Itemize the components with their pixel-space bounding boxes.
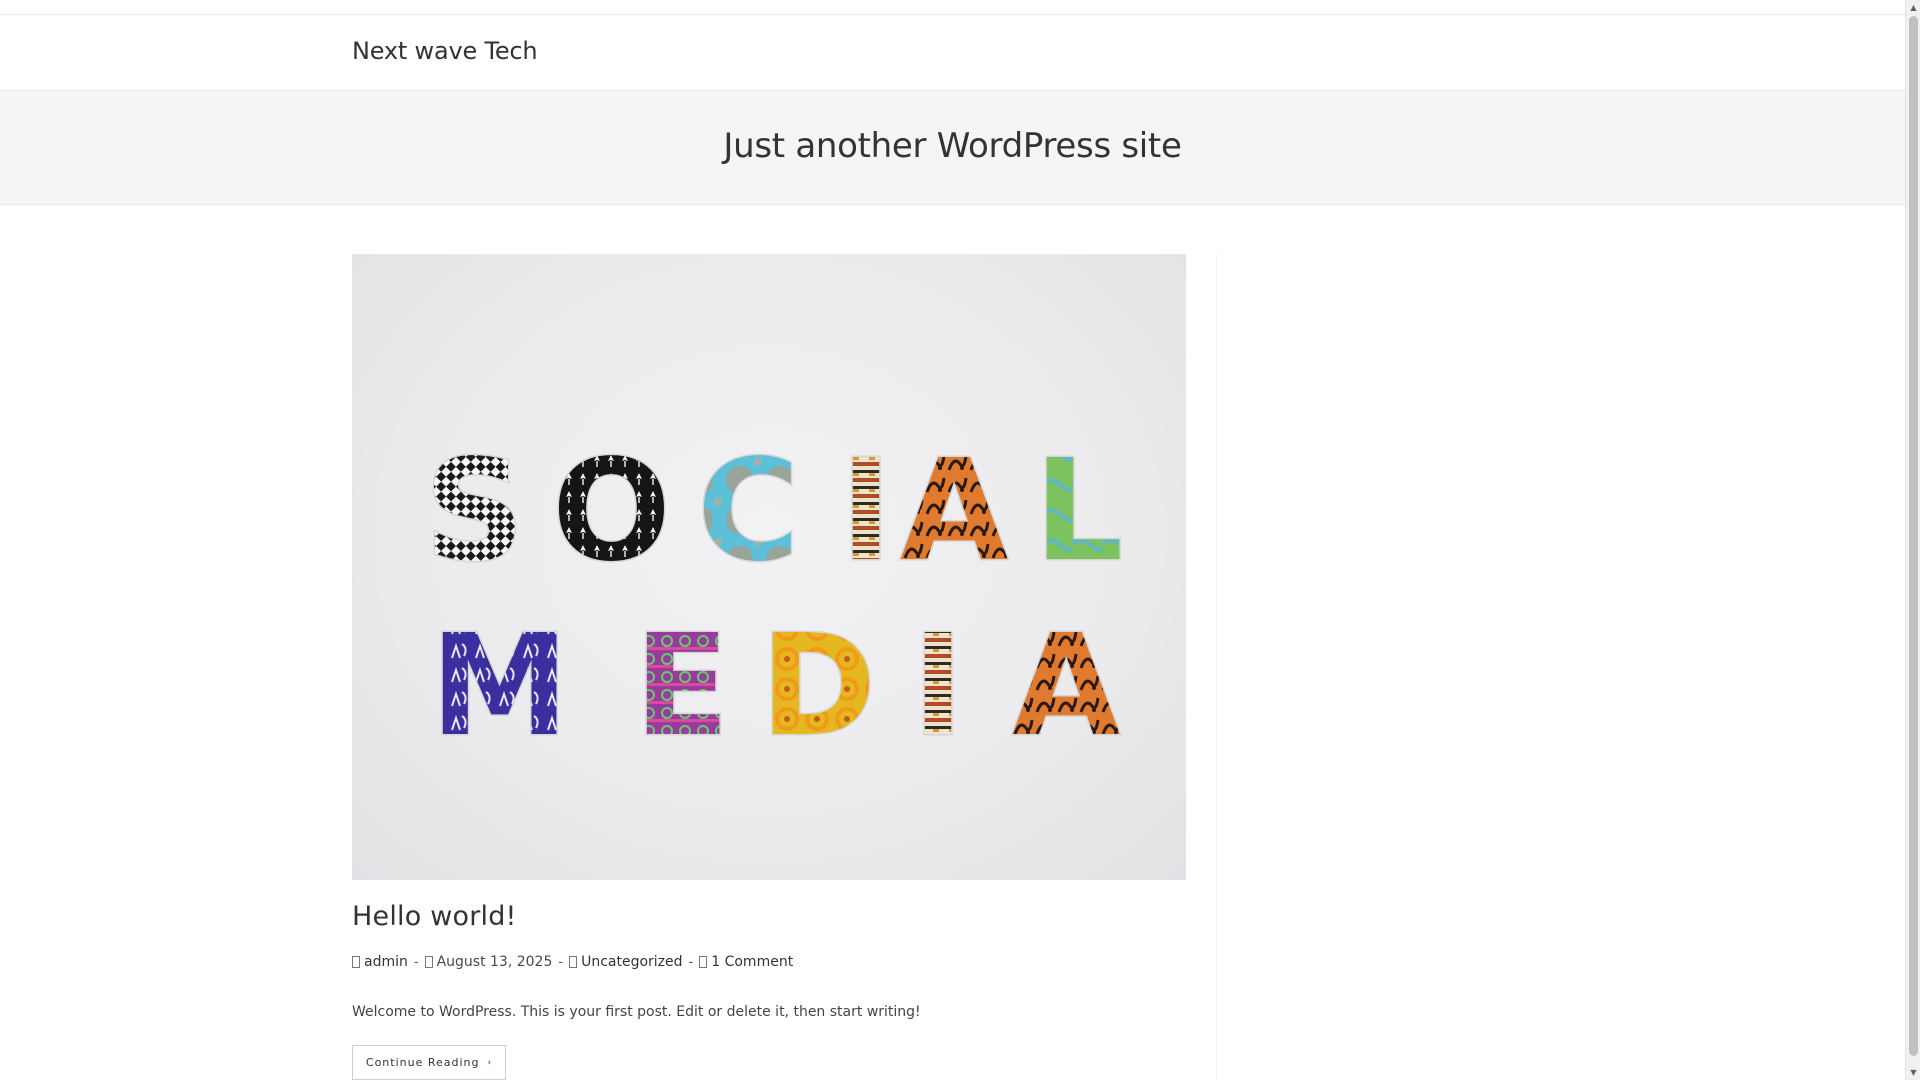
meta-separator: -: [413, 954, 419, 970]
site-title-link[interactable]: Next wave Tech: [352, 37, 538, 65]
letter-a: A: [900, 430, 1008, 593]
meta-category: Uncategorized: [569, 954, 683, 970]
comment-icon: [699, 956, 708, 968]
chevron-right-icon: ›: [487, 1057, 493, 1068]
scroll-up-icon[interactable]: ▲: [1906, 0, 1920, 15]
category-link[interactable]: Uncategorized: [581, 954, 682, 970]
social-media-letters-image: S O C I A L M E D I A: [423, 429, 1125, 770]
scrollbar-thumb[interactable]: [1909, 16, 1918, 1056]
site-header: Next wave Tech: [0, 15, 1905, 91]
author-link[interactable]: admin: [364, 954, 408, 970]
meta-separator: -: [688, 954, 694, 970]
site-tagline: Just another WordPress site: [723, 126, 1182, 166]
letter-i2: I: [912, 605, 964, 768]
meta-author: admin: [352, 954, 408, 970]
post-date: August 13, 2025: [436, 954, 553, 970]
letter-d: D: [760, 605, 876, 768]
letter-c: C: [697, 430, 800, 593]
post-meta: admin - August 13, 2025 - Uncategorized …: [352, 954, 793, 970]
folder-icon: [569, 956, 578, 968]
post-title[interactable]: Hello world!: [352, 901, 517, 932]
meta-date: August 13, 2025: [424, 954, 553, 970]
post-excerpt: Welcome to WordPress. This is your first…: [352, 1004, 921, 1020]
post-thumbnail-link[interactable]: S O C I A L M E D I A: [352, 254, 1186, 880]
clock-icon: [424, 956, 433, 968]
continue-reading-button[interactable]: Continue Reading ›: [352, 1045, 506, 1080]
meta-separator: -: [558, 954, 564, 970]
continue-reading-label: Continue Reading: [365, 1056, 480, 1069]
letter-s: S: [424, 430, 525, 593]
letter-o: O: [552, 430, 671, 593]
letter-m: M: [430, 605, 569, 768]
letter-l: L: [1034, 430, 1123, 593]
letter-a2: A: [1012, 605, 1120, 768]
post-thumbnail-image: S O C I A L M E D I A: [352, 254, 1186, 880]
sidebar: [1217, 254, 1552, 1080]
letter-e: E: [634, 605, 730, 768]
comments-link[interactable]: 1 Comment: [711, 954, 793, 970]
user-icon: [352, 956, 360, 968]
top-bar: [0, 0, 1905, 15]
vertical-scrollbar[interactable]: ▲ ▼: [1905, 0, 1920, 1080]
letter-i: I: [840, 430, 892, 593]
page-header: Just another WordPress site: [0, 91, 1905, 205]
meta-comments: 1 Comment: [699, 954, 793, 970]
scroll-down-icon[interactable]: ▼: [1906, 1065, 1920, 1080]
